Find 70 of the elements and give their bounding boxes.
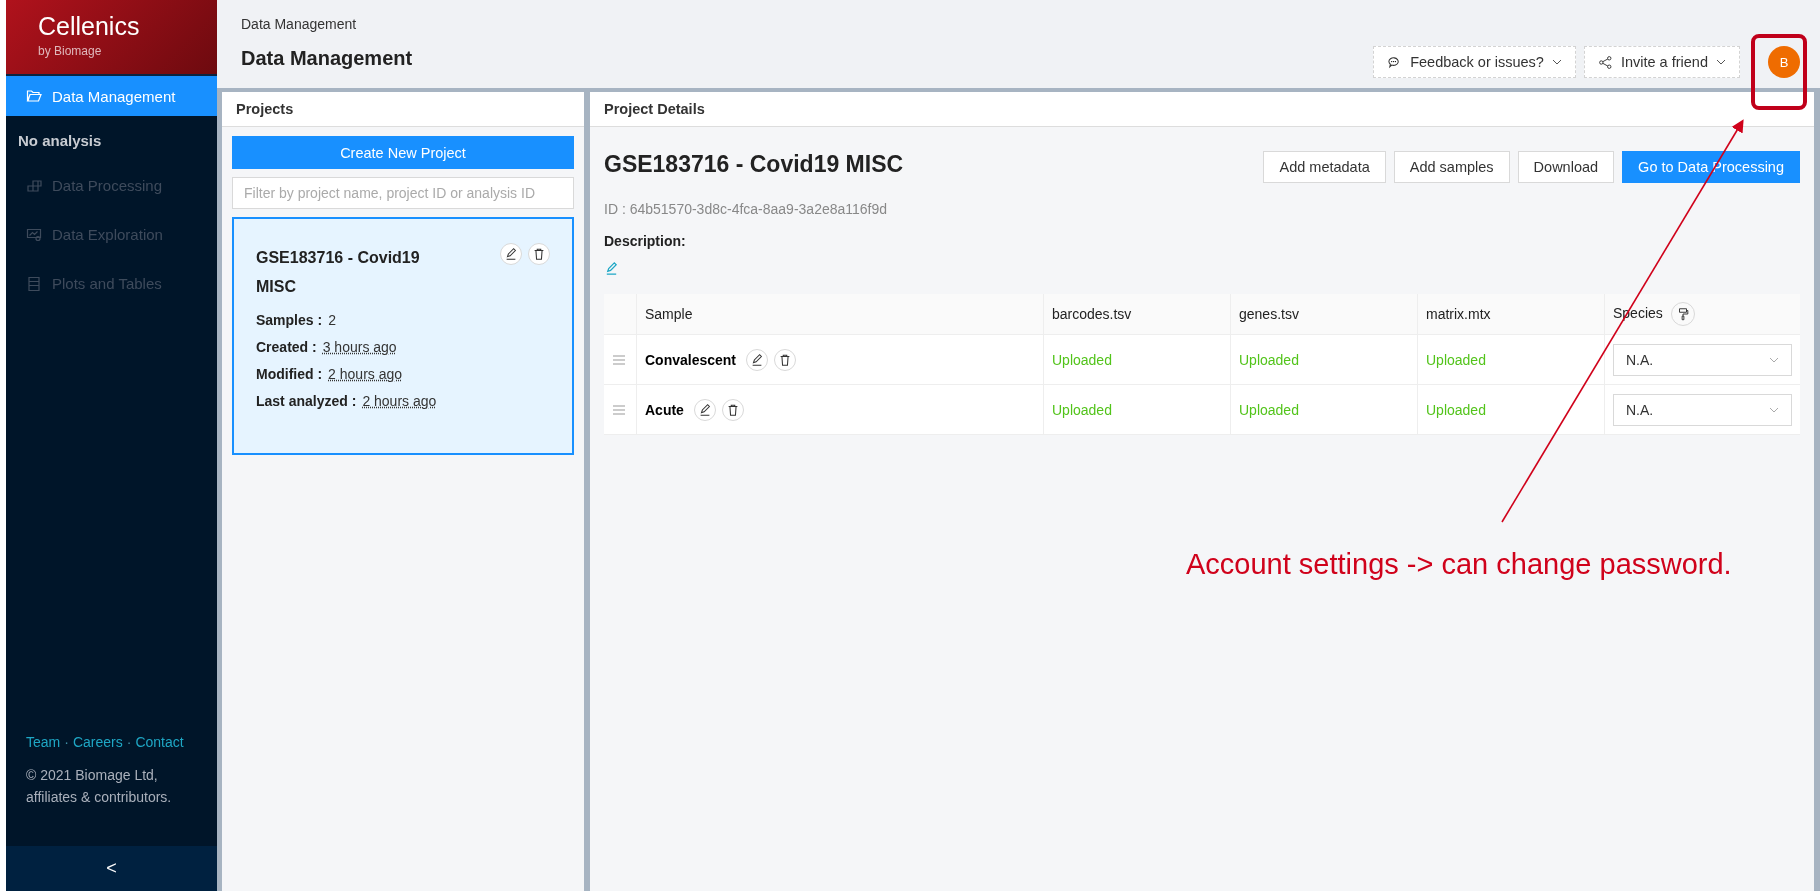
section-label: No analysis: [17, 131, 103, 151]
logo-subtitle: by Biomage: [38, 44, 102, 58]
annotation-text: Account settings -> can change password.: [1186, 548, 1732, 581]
edit-button[interactable]: [693, 398, 716, 421]
collapse-button[interactable]: <: [6, 846, 217, 891]
caret-icon: [1551, 59, 1562, 65]
upload-status: Uploaded: [1239, 351, 1299, 368]
column-header: matrix.mtx: [1426, 306, 1491, 322]
drag-handle-icon[interactable]: [612, 354, 626, 365]
caret-icon: [1769, 356, 1779, 363]
upload-status: Uploaded: [1426, 401, 1486, 418]
delete-button[interactable]: [721, 398, 744, 421]
upload-status: Uploaded: [1052, 401, 1112, 418]
drag-handle-icon[interactable]: [612, 404, 626, 415]
field-value: 2 hours ago: [328, 366, 403, 382]
sample-name: Acute: [645, 401, 684, 418]
caret-icon: [1769, 406, 1779, 413]
column-header: barcodes.tsv: [1052, 306, 1132, 322]
breadcrumb[interactable]: Data Management: [241, 16, 357, 32]
action-button[interactable]: Add samples: [1393, 151, 1510, 183]
folder-icon: [26, 88, 42, 104]
pencil-icon: [504, 247, 518, 261]
edit-icon[interactable]: [604, 261, 619, 276]
action-button[interactable]: Download: [1517, 151, 1615, 183]
separator: ·: [126, 734, 132, 750]
edit-button[interactable]: [746, 348, 769, 371]
project-name: GSE183716 - Covid19 MISC: [256, 248, 421, 297]
footer-link[interactable]: Team: [26, 734, 61, 750]
column-header: Sample: [645, 306, 693, 322]
field-value: 3 hours ago: [322, 339, 397, 355]
page-title: Data Management: [241, 47, 413, 70]
logo-banner[interactable]: Cellenics by Biomage: [6, 0, 217, 76]
dropdown-button[interactable]: Feedback or issues?: [1373, 46, 1576, 78]
field-label: Last analyzed :: [256, 393, 357, 409]
sample-name: Convalescent: [645, 351, 737, 368]
delete-button[interactable]: [528, 243, 550, 265]
column-header: genes.tsv: [1239, 306, 1299, 322]
field-label: Modified :: [256, 366, 323, 382]
share-icon: [1597, 54, 1613, 70]
upload-status: Uploaded: [1239, 401, 1299, 418]
field-label: Created :: [256, 339, 317, 355]
footer-link[interactable]: Careers: [72, 734, 123, 750]
logo-title: Cellenics: [38, 12, 140, 41]
copyright-text: © 2021 Biomage Ltd, affiliates & contributors.: [25, 766, 173, 807]
separator: ·: [64, 734, 69, 750]
action-button[interactable]: Add metadata: [1263, 151, 1386, 183]
edit-button[interactable]: [500, 243, 522, 265]
project-id: ID : 64b51570-3d8c-4fca-8aa9-3a2e8a116f9d: [604, 201, 889, 217]
filter-field[interactable]: Filter by project name, project ID or analysis ID: [232, 177, 574, 209]
delete-button[interactable]: [774, 348, 797, 371]
caret-icon: [1716, 59, 1726, 65]
footer-link[interactable]: Contact: [135, 734, 184, 750]
upload-status: Uploaded: [1426, 351, 1486, 368]
blocks-icon: [26, 177, 42, 194]
description-label: Description:: [604, 233, 687, 249]
panel-title: Project Details: [590, 92, 1814, 127]
field-label: Samples :: [256, 312, 323, 328]
species-select[interactable]: N.A.: [1613, 343, 1792, 376]
project-card[interactable]: GSE183716 - Covid19 MISC Samples : 2 Created : 3 hours ago Modified : 2 hours ago Last analyzed : 2 hours ago: [232, 217, 574, 455]
chart-icon: [26, 226, 42, 243]
trash-icon: [532, 247, 546, 261]
field-value: 2 hours ago: [362, 393, 437, 409]
project-title: GSE183716 - Covid19 MISC: [604, 151, 904, 178]
panel-title: Projects: [222, 92, 584, 127]
dropdown-button[interactable]: Invite a friend: [1583, 46, 1740, 78]
table-icon: [26, 275, 42, 292]
species-select[interactable]: N.A.: [1613, 393, 1792, 426]
upload-status: Uploaded: [1052, 351, 1112, 368]
pencil-icon: [750, 352, 765, 367]
field-value: 2: [328, 312, 336, 328]
